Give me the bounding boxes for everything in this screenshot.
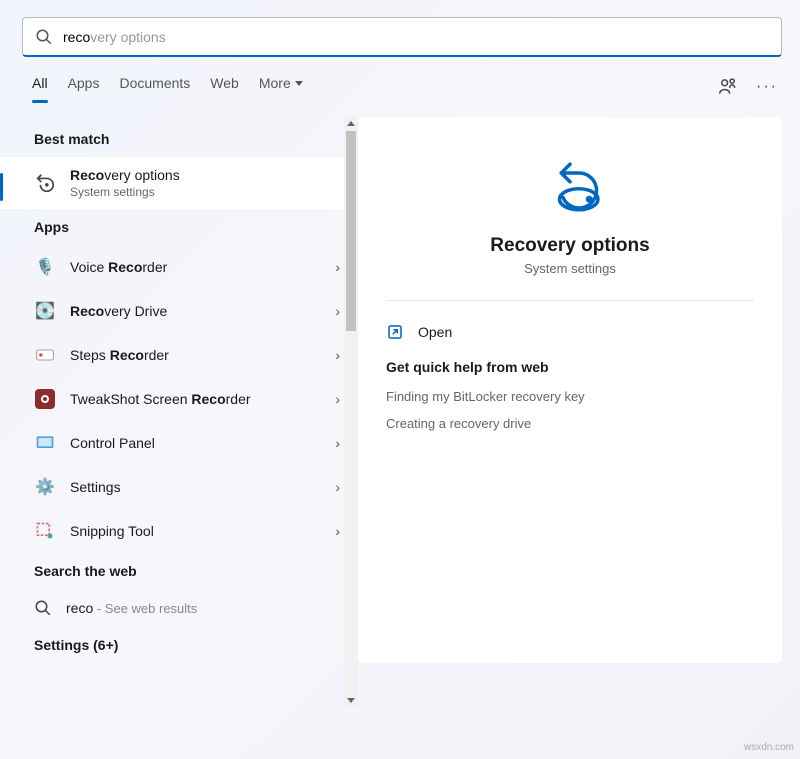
divider	[386, 300, 754, 301]
drive-icon: 💽	[34, 300, 56, 322]
app-steps-recorder[interactable]: Steps Recorder ›	[0, 333, 358, 377]
chevron-right-icon: ›	[335, 479, 340, 495]
app-control-panel[interactable]: Control Panel ›	[0, 421, 358, 465]
tweakshot-icon	[34, 388, 56, 410]
watermark: wsxdn.com	[744, 742, 794, 753]
scrollbar-thumb[interactable]	[346, 131, 356, 331]
app-voice-recorder[interactable]: 🎙️ Voice Recorder ›	[0, 245, 358, 289]
app-settings[interactable]: ⚙️ Settings ›	[0, 465, 358, 509]
web-result[interactable]: reco - See web results	[0, 589, 358, 627]
help-link-recovery-drive[interactable]: Creating a recovery drive	[386, 416, 754, 431]
section-apps: Apps	[0, 209, 358, 245]
account-icon[interactable]	[718, 77, 738, 97]
tab-apps[interactable]: Apps	[68, 75, 100, 99]
control-panel-icon	[34, 432, 56, 454]
chevron-right-icon: ›	[335, 391, 340, 407]
chevron-right-icon: ›	[335, 435, 340, 451]
help-header: Get quick help from web	[386, 359, 754, 375]
snipping-icon	[34, 520, 56, 542]
chevron-down-icon	[295, 81, 303, 86]
more-icon[interactable]: ···	[756, 78, 778, 96]
scroll-down-icon[interactable]	[347, 698, 355, 703]
best-match-result[interactable]: Recovery options System settings	[0, 157, 344, 209]
filter-tabs: All Apps Documents Web More ···	[32, 75, 778, 99]
preview-pane: Recovery options System settings Open Ge…	[358, 117, 782, 663]
section-settings[interactable]: Settings (6+)	[0, 627, 358, 663]
scroll-up-icon[interactable]	[347, 121, 355, 126]
search-icon	[35, 28, 53, 46]
app-snipping-tool[interactable]: Snipping Tool ›	[0, 509, 358, 553]
search-icon	[34, 599, 52, 617]
chevron-right-icon: ›	[335, 303, 340, 319]
best-match-subtitle: System settings	[70, 185, 180, 199]
results-pane: Best match Recovery options System setti…	[0, 117, 358, 663]
chevron-right-icon: ›	[335, 523, 340, 539]
best-match-title: Recovery options	[70, 167, 180, 183]
scrollbar[interactable]	[344, 117, 358, 707]
section-search-web: Search the web	[0, 553, 358, 589]
mic-icon: 🎙️	[34, 256, 56, 278]
tab-web[interactable]: Web	[210, 75, 239, 99]
steps-icon	[34, 344, 56, 366]
recovery-icon	[34, 172, 56, 194]
chevron-right-icon: ›	[335, 347, 340, 363]
preview-subtitle: System settings	[524, 261, 616, 276]
tab-documents[interactable]: Documents	[119, 75, 190, 99]
search-input[interactable]: recovery options	[63, 29, 769, 45]
section-best-match: Best match	[0, 121, 358, 157]
tab-more[interactable]: More	[259, 75, 303, 99]
tab-all[interactable]: All	[32, 75, 48, 99]
open-icon	[386, 323, 404, 341]
app-tweakshot[interactable]: TweakShot Screen Recorder ›	[0, 377, 358, 421]
open-button[interactable]: Open	[386, 319, 754, 359]
preview-title: Recovery options	[490, 235, 649, 257]
app-recovery-drive[interactable]: 💽 Recovery Drive ›	[0, 289, 358, 333]
recovery-large-icon	[535, 157, 605, 217]
chevron-right-icon: ›	[335, 259, 340, 275]
help-link-bitlocker[interactable]: Finding my BitLocker recovery key	[386, 389, 754, 404]
search-bar[interactable]: recovery options	[22, 17, 782, 57]
gear-icon: ⚙️	[34, 476, 56, 498]
